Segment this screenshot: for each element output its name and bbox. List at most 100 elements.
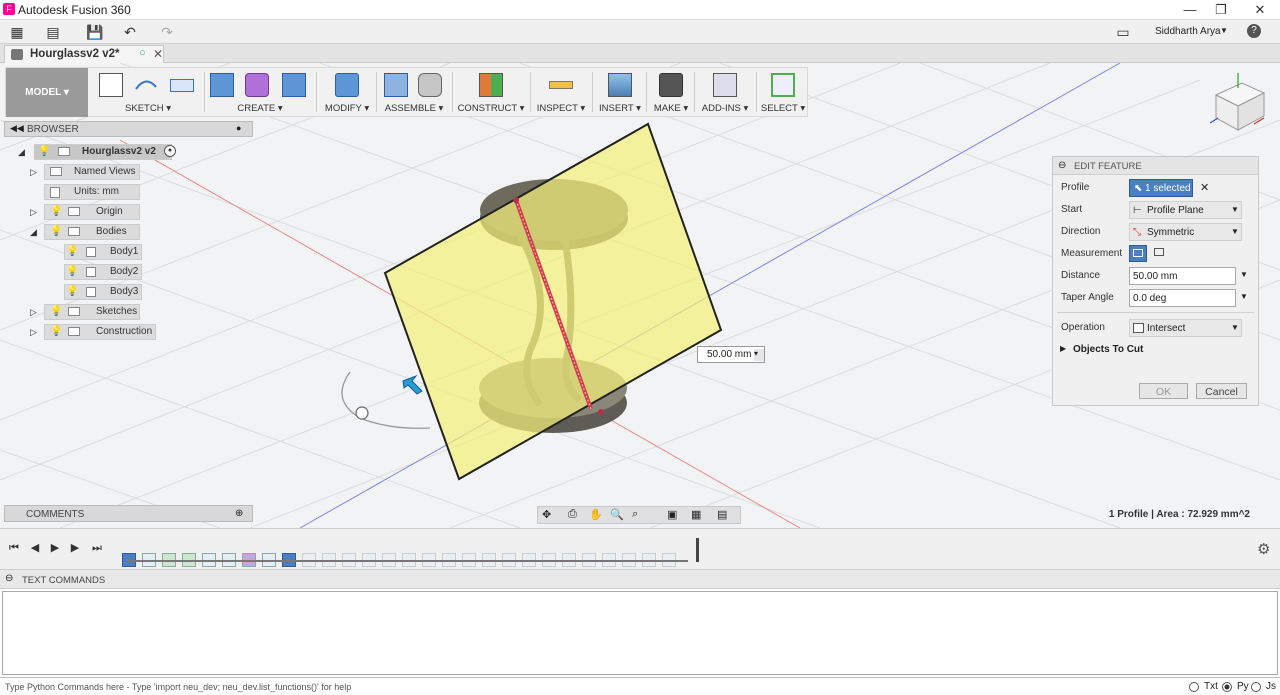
visibility-bulb-icon[interactable]: 💡 — [66, 246, 78, 258]
assemble-group[interactable]: ASSEMBLE ▾ — [378, 68, 450, 117]
3d-print-icon[interactable] — [659, 73, 683, 97]
timeline-marker[interactable] — [696, 538, 699, 562]
workspace-switcher[interactable]: MODEL ▾ — [6, 68, 88, 117]
tree-item-body3[interactable]: 💡 Body3 — [62, 284, 162, 300]
tree-item-body2[interactable]: 💡 Body2 — [62, 264, 162, 280]
create-menu[interactable]: CREATE ▾ — [206, 103, 314, 114]
visibility-bulb-icon[interactable]: 💡 — [50, 326, 62, 338]
job-status-icon[interactable]: ▭ — [1114, 23, 1132, 41]
whole-length-toggle[interactable] — [1151, 245, 1169, 262]
half-length-toggle[interactable] — [1129, 245, 1147, 262]
joint-icon[interactable] — [418, 73, 442, 97]
new-component-icon[interactable] — [384, 73, 408, 97]
rotate-handle[interactable] — [355, 406, 369, 420]
play-icon[interactable]: ▶ — [49, 541, 61, 555]
inspect-group[interactable]: INSPECT ▾ — [532, 68, 590, 117]
construct-group[interactable]: CONSTRUCT ▾ — [454, 68, 528, 117]
viewcube[interactable] — [1204, 68, 1272, 136]
objects-to-cut-row[interactable]: ▶ Objects To Cut — [1053, 339, 1258, 361]
tree-item-units[interactable]: Units: mm — [30, 184, 160, 200]
edit-feature-header[interactable]: ⊖ EDIT FEATURE — [1053, 157, 1258, 175]
tree-root[interactable]: ◢ 💡 Hourglassv2 v2 ● — [18, 144, 188, 160]
redo-icon[interactable]: ↷ — [158, 23, 176, 41]
visibility-bulb-icon[interactable]: 💡 — [50, 306, 62, 318]
operation-dropdown[interactable]: Intersect ▼ — [1129, 319, 1242, 337]
tree-item-origin[interactable]: ▷ 💡 Origin — [30, 204, 160, 220]
js-mode-radio[interactable] — [1251, 682, 1261, 692]
taper-input[interactable]: 0.0 deg — [1129, 289, 1236, 307]
distance-manipulator-chevron-icon[interactable]: ▾ — [754, 349, 764, 361]
collapse-text-commands-icon[interactable]: ⊖ — [5, 573, 13, 584]
insert-image-icon[interactable] — [608, 73, 632, 97]
user-chevron-icon[interactable]: ▼ — [1220, 26, 1228, 35]
create-group[interactable]: CREATE ▾ — [206, 68, 314, 117]
add-ins-menu[interactable]: ADD-INS ▾ — [696, 103, 754, 114]
profile-selection[interactable]: ⬉ 1 selected — [1129, 179, 1193, 197]
visibility-bulb-icon[interactable]: 💡 — [50, 206, 62, 218]
tree-item-bodies[interactable]: ◢ 💡 Bodies — [30, 224, 160, 240]
axis-endpoint-bottom[interactable] — [598, 409, 604, 415]
zoom-icon[interactable]: 🔍 — [610, 508, 624, 521]
document-tab[interactable]: Hourglassv2 v2* ○ ✕ — [4, 45, 164, 63]
axis-endpoint-top[interactable] — [513, 197, 519, 203]
sketch-menu[interactable]: SKETCH ▾ — [94, 103, 202, 114]
browser-panel-header[interactable]: ◀◀ BROWSER ● — [4, 121, 253, 137]
expand-arrow-icon[interactable]: ▷ — [30, 206, 40, 218]
expand-arrow-icon[interactable]: ▷ — [30, 166, 40, 178]
tree-item-construction[interactable]: ▷ 💡 Construction — [30, 324, 170, 340]
file-icon[interactable]: ▤ — [44, 23, 62, 41]
visibility-bulb-icon[interactable]: 💡 — [66, 286, 78, 298]
look-at-icon[interactable]: ⎙ — [568, 508, 577, 521]
visibility-bulb-icon[interactable]: 💡 — [50, 226, 62, 238]
activate-icon[interactable]: ● — [164, 145, 176, 157]
scripts-icon[interactable] — [713, 73, 737, 97]
go-to-start-icon[interactable]: ⏮ — [8, 541, 20, 555]
undo-icon[interactable]: ↶ — [121, 23, 139, 41]
text-commands-header[interactable]: ⊖ TEXT COMMANDS — [0, 569, 1280, 589]
add-comment-icon[interactable]: ⊕ — [235, 508, 243, 519]
expand-arrow-icon[interactable]: ▷ — [30, 306, 40, 318]
modify-menu[interactable]: MODIFY ▾ — [318, 103, 376, 114]
offset-plane-icon[interactable] — [479, 73, 503, 97]
tree-item-named-views[interactable]: ▷ Named Views — [30, 164, 160, 180]
select-menu[interactable]: SELECT ▾ — [758, 103, 808, 114]
save-icon[interactable]: 💾 — [86, 23, 104, 41]
add-ins-group[interactable]: ADD-INS ▾ — [696, 68, 754, 117]
py-mode-radio[interactable] — [1222, 682, 1232, 692]
display-settings-icon[interactable]: ▣ — [667, 508, 677, 521]
assemble-menu[interactable]: ASSEMBLE ▾ — [378, 103, 450, 114]
collapse-arrow-icon[interactable]: ◢ — [18, 146, 28, 158]
visibility-bulb-icon[interactable]: 💡 — [66, 266, 78, 278]
direction-dropdown[interactable]: ⤡ Symmetric ▼ — [1129, 223, 1242, 241]
help-icon[interactable]: ? — [1247, 24, 1261, 38]
comments-panel-header[interactable]: COMMENTS ⊕ — [4, 505, 253, 522]
txt-mode-radio[interactable] — [1189, 682, 1199, 692]
command-output-area[interactable] — [2, 591, 1278, 675]
close-button[interactable]: ✕ — [1245, 0, 1275, 20]
collapse-browser-icon[interactable]: ◀◀ — [10, 123, 24, 134]
extrude-icon[interactable] — [210, 73, 234, 97]
extrude-arrow-handle[interactable] — [402, 374, 423, 395]
insert-menu[interactable]: INSERT ▾ — [594, 103, 646, 114]
command-input[interactable]: Type Python Commands here - Type 'import… — [5, 682, 351, 692]
restore-button[interactable]: ❐ — [1206, 0, 1236, 20]
select-icon[interactable] — [771, 73, 795, 97]
user-menu[interactable]: Siddharth Arya — [1155, 26, 1221, 37]
expand-arrow-icon[interactable]: ▷ — [30, 326, 40, 338]
orbit-icon[interactable]: ✥ — [542, 508, 551, 521]
construct-menu[interactable]: CONSTRUCT ▾ — [454, 103, 528, 114]
grid-settings-icon[interactable]: ▦ — [691, 508, 701, 521]
step-back-icon[interactable]: ◀ — [29, 541, 41, 555]
create-sketch-icon[interactable] — [99, 73, 123, 97]
tree-item-sketches[interactable]: ▷ 💡 Sketches — [30, 304, 160, 320]
distance-chevron-icon[interactable]: ▼ — [1240, 270, 1248, 279]
viewports-icon[interactable]: ▤ — [717, 508, 727, 521]
tree-item-body1[interactable]: 💡 Body1 — [62, 244, 162, 260]
press-pull-icon[interactable] — [335, 73, 359, 97]
ok-button[interactable]: OK — [1139, 383, 1188, 399]
clear-selection-icon[interactable]: ✕ — [1200, 181, 1209, 194]
taper-chevron-icon[interactable]: ▼ — [1240, 292, 1248, 301]
cancel-button[interactable]: Cancel — [1196, 383, 1247, 399]
select-group[interactable]: SELECT ▾ — [758, 68, 808, 117]
sketch-group[interactable]: SKETCH ▾ — [94, 68, 202, 117]
